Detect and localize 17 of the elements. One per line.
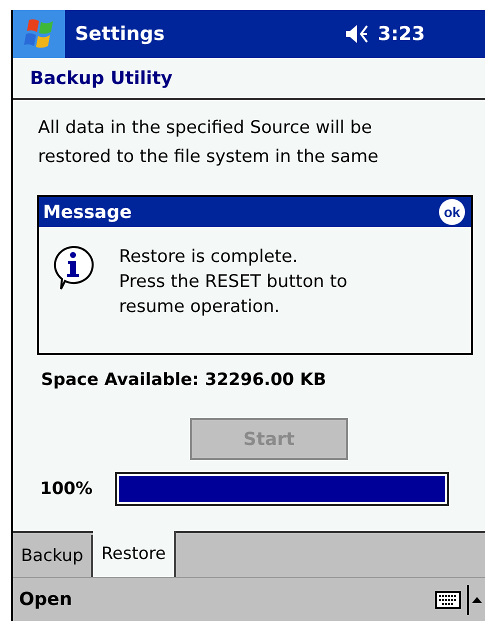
info-icon: [51, 245, 95, 291]
description-line: restored to the file system in the same: [38, 146, 380, 169]
speaker-icon[interactable]: [344, 23, 370, 45]
description-line: All data in the specified Source will be: [38, 117, 373, 140]
dialog-title: Message: [43, 202, 133, 222]
up-arrow-icon[interactable]: [472, 596, 482, 604]
start-button[interactable]: [13, 10, 65, 58]
progress-percent: 100%: [40, 479, 93, 499]
window-title: Settings: [75, 23, 166, 45]
menu-item[interactable]: Open: [13, 589, 435, 610]
page-title: Backup Utility: [30, 68, 173, 88]
keyboard-icon[interactable]: [435, 590, 461, 608]
ok-button[interactable]: ok: [439, 199, 465, 225]
tab[interactable]: Restore: [93, 531, 176, 577]
message-text: Restore is complete. Press the RESET button to resume operation.: [119, 246, 348, 319]
clock-time[interactable]: 3:23: [378, 23, 425, 45]
space-available-text: Space Available: 32296.00 KB: [40, 370, 328, 390]
